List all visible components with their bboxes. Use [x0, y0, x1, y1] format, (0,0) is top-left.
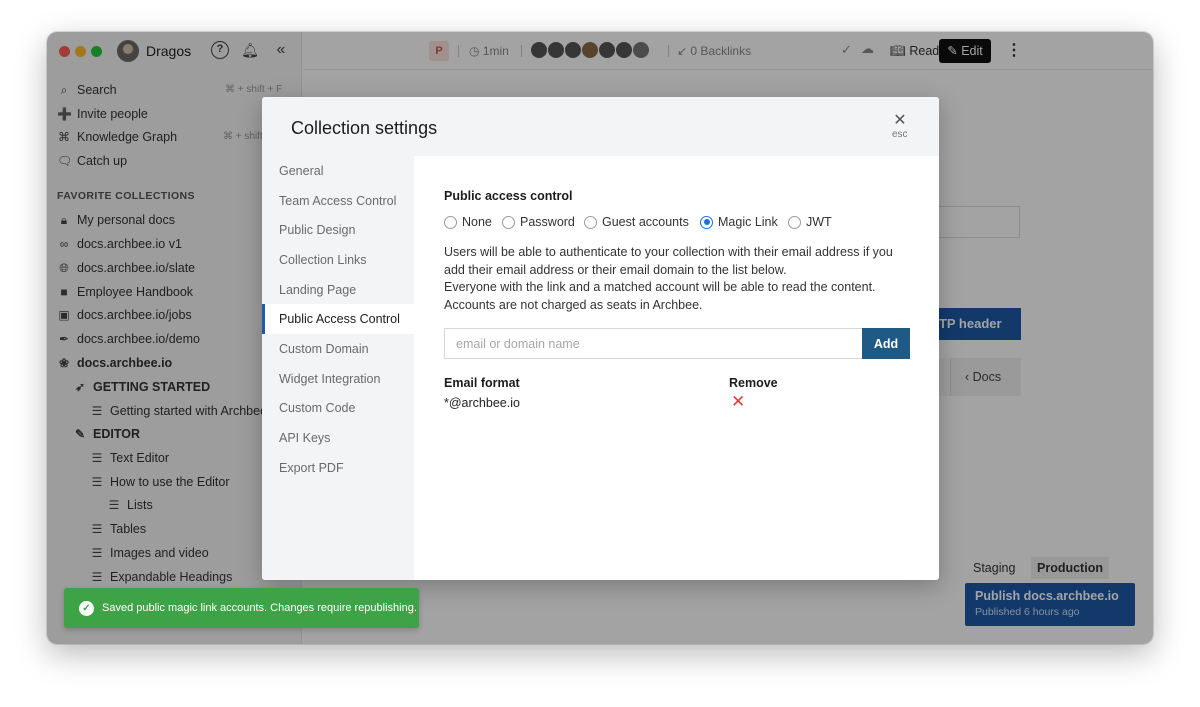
radio-none[interactable]: None [444, 214, 492, 230]
radio-label: None [462, 215, 492, 229]
section-title: Public access control [444, 189, 573, 203]
menu-custom-code[interactable]: Custom Code [262, 393, 414, 423]
email-format-value: *@archbee.io [444, 396, 520, 410]
modal-header: Collection settings ✕ esc [262, 97, 939, 156]
menu-general[interactable]: General [262, 156, 414, 186]
menu-widget-integration[interactable]: Widget Integration [262, 364, 414, 394]
radio-magic-link[interactable]: Magic Link [700, 214, 778, 230]
radio-label: JWT [806, 215, 832, 229]
radio-circle[interactable] [444, 215, 457, 229]
radio-circle[interactable] [502, 215, 515, 229]
check-circle-icon: ✓ [79, 600, 94, 616]
email-format-header: Email format [444, 376, 520, 390]
close-icon[interactable]: ✕ [892, 110, 908, 130]
radio-password[interactable]: Password [502, 214, 575, 230]
remove-header: Remove [729, 376, 778, 390]
radio-guest-accounts[interactable]: Guest accounts [584, 214, 689, 230]
description-line: Accounts are not charged as seats in Arc… [444, 298, 703, 313]
menu-public-access-control[interactable]: Public Access Control [262, 304, 414, 334]
collection-settings-modal: Collection settings ✕ esc General Team A… [262, 97, 939, 580]
menu-custom-domain[interactable]: Custom Domain [262, 334, 414, 364]
radio-circle[interactable] [788, 215, 801, 229]
radio-circle[interactable] [584, 215, 597, 229]
menu-team-access-control[interactable]: Team Access Control [262, 186, 414, 216]
success-toast[interactable]: ✓ Saved public magic link accounts. Chan… [64, 588, 419, 628]
description-line: Everyone with the link and a matched acc… [444, 280, 876, 295]
description-line: add their email address or their email d… [444, 262, 787, 277]
toast-message: Saved public magic link accounts. Change… [102, 602, 417, 614]
radio-circle-checked[interactable] [700, 215, 713, 229]
menu-export-pdf[interactable]: Export PDF [262, 453, 414, 483]
radio-label: Guest accounts [602, 215, 689, 229]
menu-public-design[interactable]: Public Design [262, 215, 414, 245]
settings-menu: General Team Access Control Public Desig… [262, 156, 414, 580]
remove-icon[interactable]: ✕ [731, 393, 745, 410]
close-shortcut-label: esc [892, 129, 908, 140]
description-line: Users will be able to authenticate to yo… [444, 245, 893, 259]
radio-label: Magic Link [718, 215, 778, 229]
email-domain-input[interactable] [444, 328, 862, 359]
radio-jwt[interactable]: JWT [788, 214, 832, 230]
menu-collection-links[interactable]: Collection Links [262, 245, 414, 275]
radio-label: Password [520, 215, 575, 229]
modal-title: Collection settings [291, 118, 438, 138]
menu-landing-page[interactable]: Landing Page [262, 275, 414, 305]
menu-api-keys[interactable]: API Keys [262, 423, 414, 453]
access-description: Users will be able to authenticate to yo… [444, 244, 912, 315]
add-button[interactable]: Add [862, 328, 910, 359]
